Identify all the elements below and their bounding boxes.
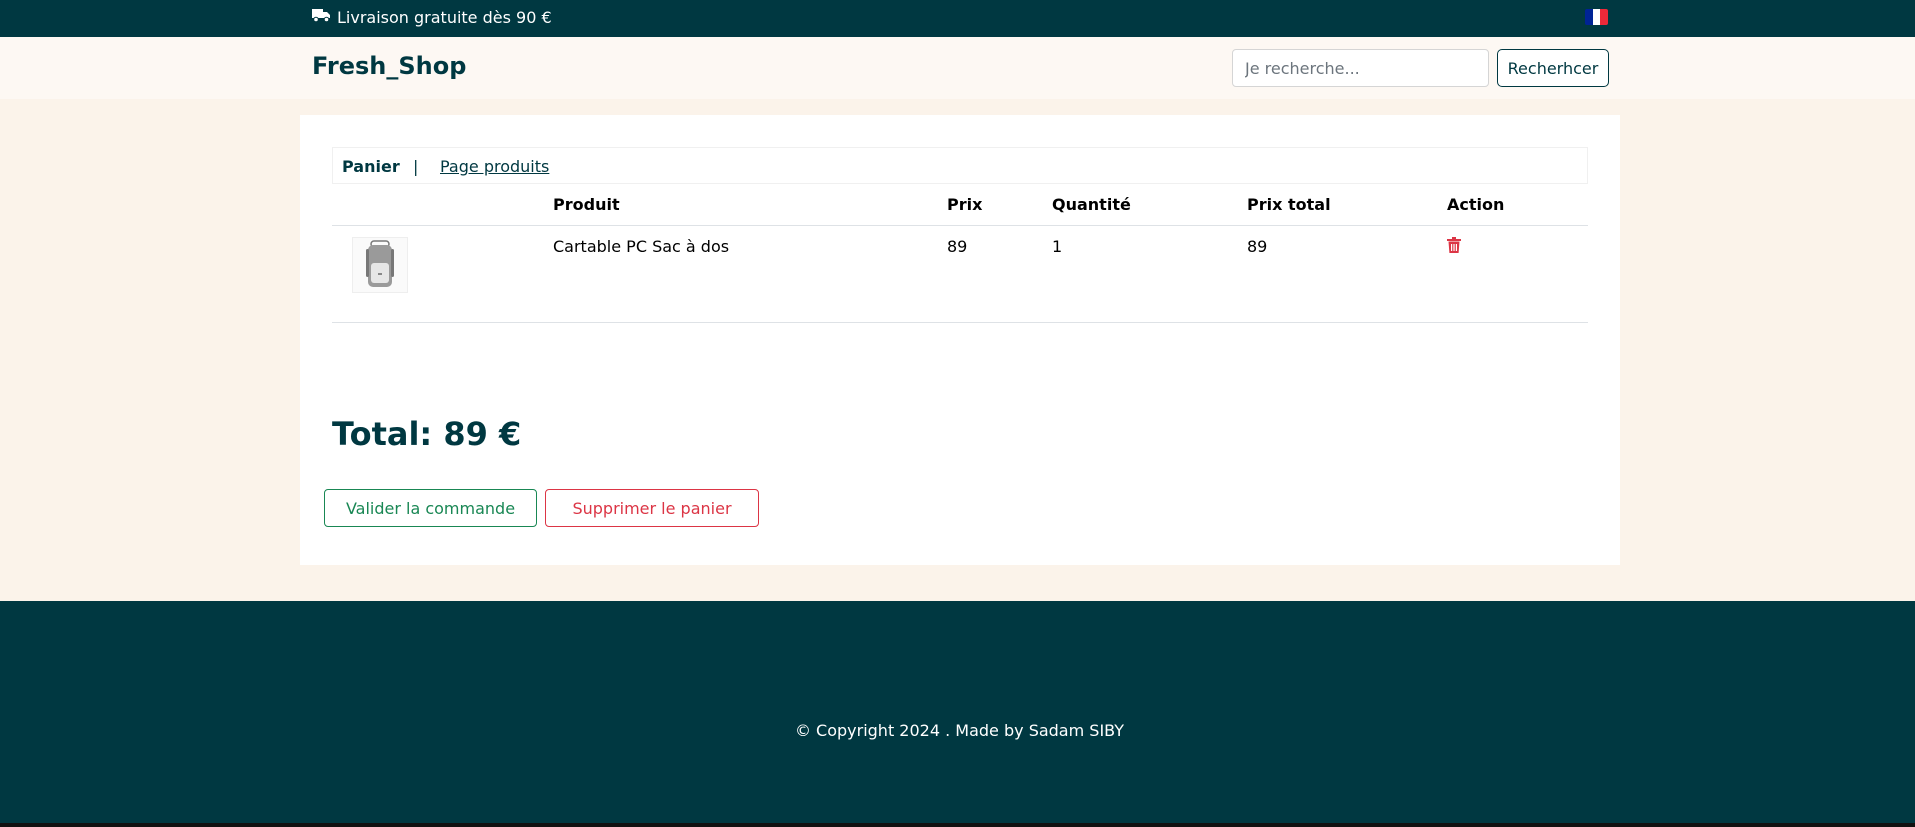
product-total: 89 [1247, 225, 1447, 323]
footer-bottom-border [0, 823, 1915, 827]
product-image-cell [332, 225, 553, 323]
breadcrumb: Panier | Page produits [332, 147, 1588, 184]
header-prix: Prix [947, 184, 1052, 226]
tab-panier: Panier [342, 157, 400, 176]
backpack-image [352, 236, 408, 293]
table-header-row: Produit Prix Quantité Prix total Action [332, 184, 1588, 226]
product-name: Cartable PC Sac à dos [553, 225, 947, 323]
tab-page-produits[interactable]: Page produits [440, 157, 549, 176]
product-price: 89 [947, 225, 1052, 323]
flag-fr-icon[interactable] [1585, 9, 1608, 25]
site-footer: © Copyright 2024 . Made by Sadam SIBY [0, 601, 1915, 827]
clear-cart-button[interactable]: Supprimer le panier [545, 489, 759, 527]
action-cell [1447, 225, 1588, 323]
table-row: Cartable PC Sac à dos 89 1 89 [332, 225, 1588, 323]
search-button[interactable]: Recherhcer [1497, 49, 1609, 87]
free-shipping-promo: Livraison gratuite dès 90 € [312, 8, 552, 27]
brand-logo[interactable]: Fresh_Shop [312, 52, 466, 80]
top-announcement-bar: Livraison gratuite dès 90 € [0, 0, 1915, 37]
header-produit: Produit [553, 184, 947, 226]
cart-total: Total: 89 € [332, 415, 522, 453]
trash-icon[interactable] [1447, 236, 1461, 257]
cart-table: Produit Prix Quantité Prix total Action [332, 184, 1588, 323]
header-action: Action [1447, 184, 1588, 226]
header-prix-total: Prix total [1247, 184, 1447, 226]
copyright-text: © Copyright 2024 . Made by Sadam SIBY [0, 721, 1915, 740]
truck-icon [312, 8, 331, 27]
copyright-label: © Copyright 2024 . Made by Sadam SIBY [794, 721, 1125, 740]
header-image [332, 184, 553, 226]
product-quantity: 1 [1052, 225, 1247, 323]
validate-order-button[interactable]: Valider la commande [324, 489, 537, 527]
breadcrumb-separator: | [413, 157, 419, 176]
site-header: Fresh_Shop Recherhcer [0, 37, 1915, 99]
promo-text: Livraison gratuite dès 90 € [337, 8, 552, 27]
cart-card: Panier | Page produits Produit Prix Quan… [300, 115, 1620, 565]
search-input[interactable] [1232, 49, 1489, 87]
header-quantite: Quantité [1052, 184, 1247, 226]
